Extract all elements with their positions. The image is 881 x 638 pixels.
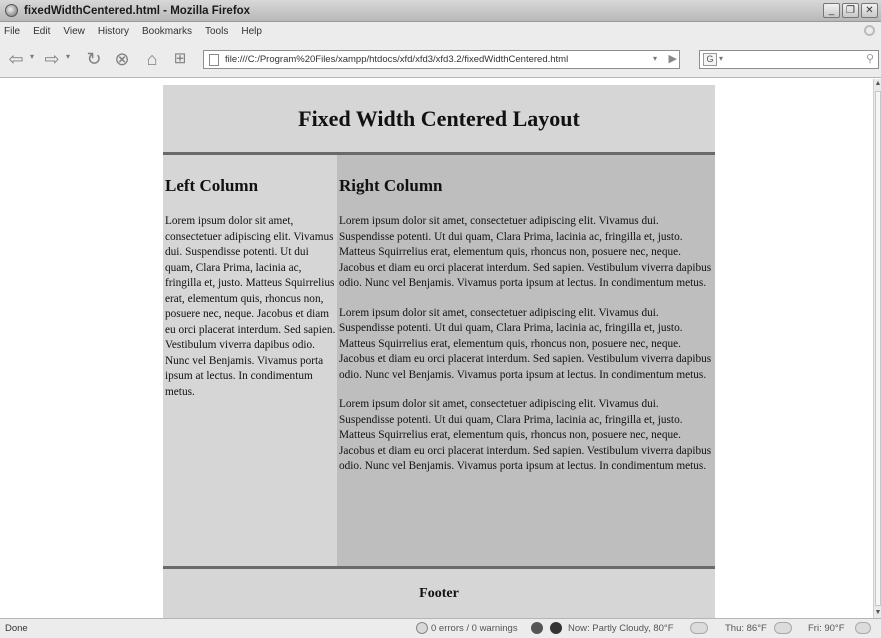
- sunny-icon: [855, 622, 871, 634]
- url-dropdown-icon[interactable]: ▾: [653, 54, 657, 63]
- page-footer: Footer: [163, 566, 715, 618]
- new-tab-icon[interactable]: ⊞: [170, 49, 190, 69]
- right-column: Right Column Lorem ipsum dolor sit amet,…: [337, 155, 715, 566]
- menu-tools[interactable]: Tools: [205, 26, 228, 37]
- status-text: Done: [5, 623, 28, 634]
- google-search-engine-icon[interactable]: G: [703, 53, 717, 66]
- throbber-icon: [864, 25, 875, 36]
- left-column: Left Column Lorem ipsum dolor sit amet, …: [163, 155, 337, 566]
- menu-file[interactable]: File: [4, 26, 20, 37]
- left-column-text: Lorem ipsum dolor sit amet, consectetuer…: [165, 215, 336, 398]
- vertical-scrollbar[interactable]: ▲ ▼: [873, 79, 881, 618]
- right-paragraph-1: Lorem ipsum dolor sit amet, consectetuer…: [339, 215, 712, 289]
- forward-history-dropdown-icon[interactable]: ▾: [66, 52, 70, 61]
- search-icon[interactable]: ⚲: [866, 52, 874, 65]
- centered-page: Fixed Width Centered Layout Left Column …: [163, 85, 715, 618]
- forecast-thursday[interactable]: Thu: 86°F: [725, 623, 767, 634]
- reload-icon[interactable]: ↻: [84, 49, 104, 69]
- forward-arrow-icon[interactable]: ⇨: [42, 49, 62, 69]
- minimize-button[interactable]: _: [823, 3, 840, 18]
- stop-icon[interactable]: ⊗: [112, 49, 132, 69]
- home-icon[interactable]: ⌂: [142, 49, 162, 69]
- status-bar: Done 0 errors / 0 warnings Now: Partly C…: [0, 618, 881, 638]
- menu-edit[interactable]: Edit: [33, 26, 50, 37]
- scroll-up-arrow-icon[interactable]: ▲: [874, 79, 881, 89]
- navigation-toolbar: ⇦ ▾ ⇨ ▾ ↻ ⊗ ⌂ ⊞ file:///C:/Program%20Fil…: [0, 40, 881, 78]
- url-text[interactable]: file:///C:/Program%20Files/xampp/htdocs/…: [225, 54, 568, 65]
- page-title: Fixed Width Centered Layout: [298, 105, 580, 131]
- right-column-heading: Right Column: [339, 176, 443, 195]
- menu-bookmarks[interactable]: Bookmarks: [142, 26, 192, 37]
- weather-globe-icon[interactable]: [550, 622, 562, 634]
- page-icon: [209, 53, 219, 66]
- scroll-down-arrow-icon[interactable]: ▼: [874, 608, 881, 618]
- footer-text: Footer: [419, 586, 459, 601]
- close-button[interactable]: ✕: [861, 3, 878, 18]
- url-bar[interactable]: file:///C:/Program%20Files/xampp/htdocs/…: [203, 50, 680, 69]
- weather-now[interactable]: Now: Partly Cloudy, 80°F: [568, 623, 674, 634]
- go-arrow-icon[interactable]: ▶: [669, 52, 677, 65]
- back-arrow-icon[interactable]: ⇦: [6, 49, 26, 69]
- window-controls: _ ❐ ✕: [823, 3, 878, 18]
- restore-button[interactable]: ❐: [842, 3, 859, 18]
- validator-icon[interactable]: [416, 622, 428, 634]
- menu-help[interactable]: Help: [241, 26, 262, 37]
- menu-history[interactable]: History: [98, 26, 129, 37]
- left-column-heading: Left Column: [165, 176, 259, 195]
- cloud-icon: [774, 622, 792, 634]
- menu-view[interactable]: View: [63, 26, 85, 37]
- search-bar[interactable]: G ▾ ⚲: [699, 50, 879, 69]
- window-title: fixedWidthCentered.html - Mozilla Firefo…: [24, 4, 251, 17]
- firefox-logo-icon: [5, 4, 18, 17]
- menu-bar: File Edit View History Bookmarks Tools H…: [0, 22, 881, 40]
- scroll-thumb[interactable]: [875, 91, 881, 606]
- validator-status[interactable]: 0 errors / 0 warnings: [431, 623, 518, 634]
- right-paragraph-3: Lorem ipsum dolor sit amet, consectetuer…: [339, 398, 712, 472]
- forecast-friday[interactable]: Fri: 90°F: [808, 623, 845, 634]
- search-engine-dropdown-icon[interactable]: ▾: [719, 54, 723, 63]
- page-viewport: Fixed Width Centered Layout Left Column …: [0, 79, 873, 618]
- right-paragraph-2: Lorem ipsum dolor sit amet, consectetuer…: [339, 306, 712, 381]
- back-history-dropdown-icon[interactable]: ▾: [30, 52, 34, 61]
- title-bar: fixedWidthCentered.html - Mozilla Firefo…: [0, 0, 881, 22]
- page-header: Fixed Width Centered Layout: [163, 85, 715, 155]
- partly-cloudy-icon: [690, 622, 708, 634]
- addon-icon[interactable]: [531, 622, 543, 634]
